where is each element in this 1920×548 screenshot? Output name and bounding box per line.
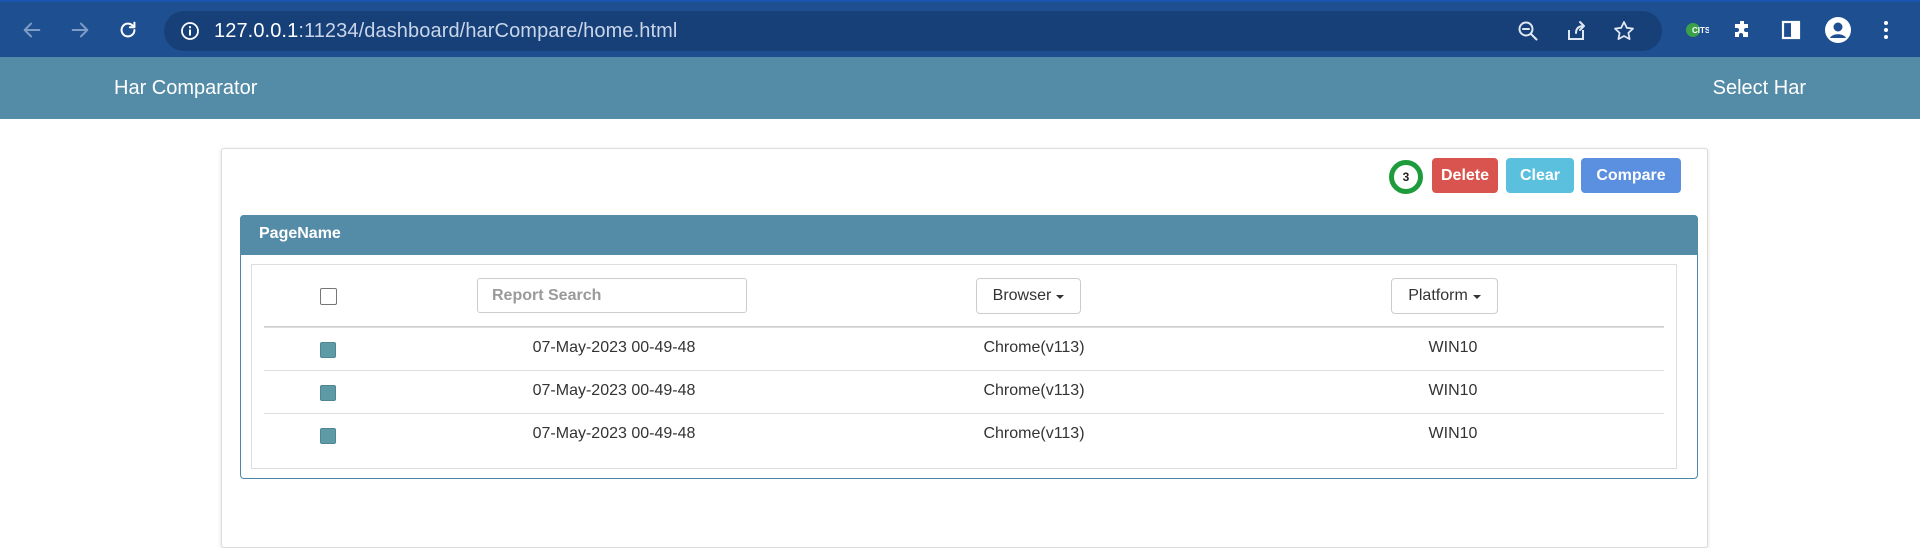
row-date: 07-May-2023 00-49-48	[532, 339, 696, 356]
clear-button[interactable]: Clear	[1506, 158, 1574, 193]
row-browser: Chrome(v113)	[983, 382, 1085, 399]
app-brand[interactable]: Har Comparator	[114, 77, 257, 100]
row-checkbox[interactable]	[320, 385, 336, 401]
side-panel-icon[interactable]	[1777, 16, 1805, 44]
svg-text:CITS: CITS	[1692, 26, 1709, 35]
zoom-out-icon[interactable]	[1516, 19, 1540, 43]
url-host: 127.0.0.1	[214, 20, 299, 42]
browser-toolbar: 127.0.0.1:11234/dashboard/harCompare/hom…	[0, 0, 1920, 57]
browser-filter-dropdown[interactable]: Browser	[976, 278, 1081, 314]
platform-filter-label: Platform	[1408, 287, 1468, 304]
puzzle-icon[interactable]	[1729, 16, 1757, 44]
row-date: 07-May-2023 00-49-48	[532, 425, 696, 442]
url-path: :11234/dashboard/harCompare/home.html	[298, 20, 678, 42]
report-search-input[interactable]	[477, 278, 747, 313]
row-date: 07-May-2023 00-49-48	[532, 382, 696, 399]
platform-filter-dropdown[interactable]: Platform	[1391, 278, 1498, 314]
row-browser: Chrome(v113)	[983, 339, 1085, 356]
share-icon[interactable]	[1564, 19, 1588, 43]
profile-icon[interactable]	[1824, 16, 1852, 44]
compare-button[interactable]: Compare	[1581, 158, 1681, 193]
kebab-menu-icon[interactable]	[1872, 16, 1900, 44]
caret-down-icon	[1056, 295, 1065, 299]
row-checkbox[interactable]	[320, 342, 336, 358]
delete-button[interactable]: Delete	[1432, 158, 1498, 193]
row-platform: WIN10	[1428, 339, 1478, 356]
row-platform: WIN10	[1428, 425, 1478, 442]
row-checkbox[interactable]	[320, 428, 336, 444]
page-name-heading: PageName	[259, 225, 341, 242]
extension-citrus-icon[interactable]: CITS	[1681, 16, 1709, 44]
forward-arrow-icon[interactable]	[64, 14, 96, 46]
row-platform: WIN10	[1428, 382, 1478, 399]
page-list-header: PageName	[240, 215, 1698, 255]
address-bar[interactable]: 127.0.0.1:11234/dashboard/harCompare/hom…	[164, 11, 1662, 51]
table-row[interactable]: 07-May-2023 00-49-48 Chrome(v113) WIN10	[264, 413, 1664, 456]
selected-count-badge: 3	[1389, 160, 1423, 194]
reload-icon[interactable]	[112, 14, 144, 46]
table-row[interactable]: 07-May-2023 00-49-48 Chrome(v113) WIN10	[264, 370, 1664, 413]
select-har-link[interactable]: Select Har	[1713, 77, 1806, 100]
app-navbar: Har Comparator Select Har	[0, 57, 1920, 119]
table-row[interactable]: 07-May-2023 00-49-48 Chrome(v113) WIN10	[264, 327, 1664, 370]
browser-filter-label: Browser	[992, 287, 1052, 304]
star-icon[interactable]	[1612, 19, 1636, 43]
caret-down-icon	[1472, 295, 1481, 299]
info-icon[interactable]	[180, 21, 200, 41]
row-browser: Chrome(v113)	[983, 425, 1085, 442]
url-text[interactable]: 127.0.0.1:11234/dashboard/harCompare/hom…	[214, 20, 677, 43]
back-arrow-icon[interactable]	[16, 14, 48, 46]
select-all-checkbox[interactable]	[320, 288, 337, 305]
